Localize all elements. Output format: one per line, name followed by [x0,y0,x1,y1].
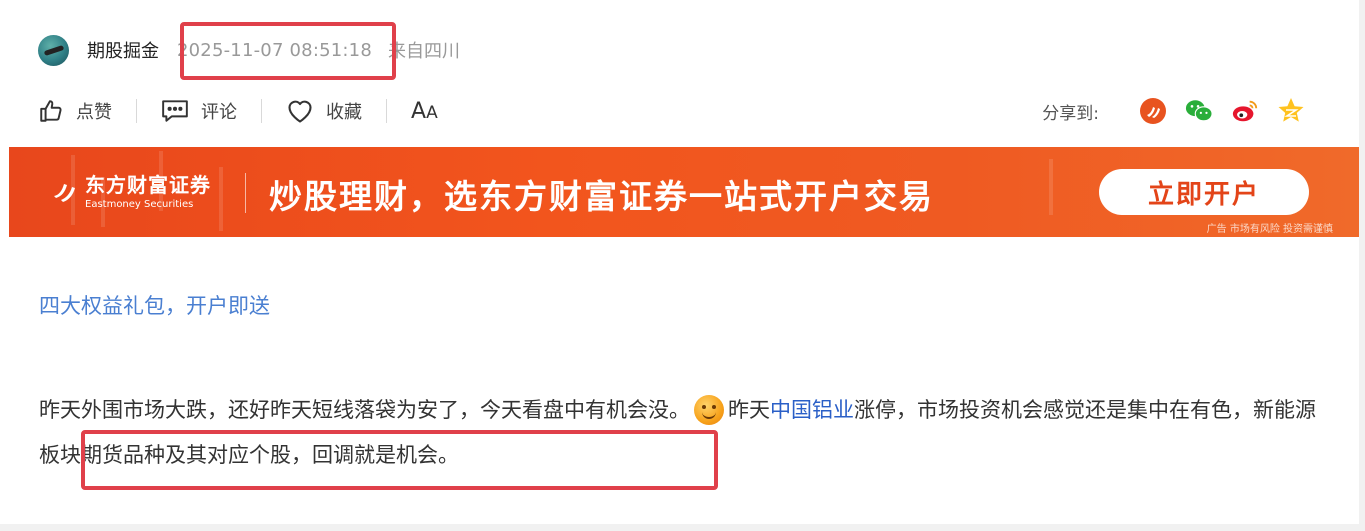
toolbar-divider [386,99,387,123]
ad-disclaimer: 广告 市场有风险 投资需谨慎 [1206,224,1333,235]
ad-banner[interactable]: 东方财富证券 Eastmoney Securities 炒股理财，选东方财富证券… [9,147,1359,237]
open-account-button[interactable]: 立即开户 [1099,169,1309,215]
logo-cn-text: 东方财富证券 [85,173,211,197]
smile-emoji-icon [694,395,724,425]
stock-link-chalco[interactable]: 中国铝业 [770,398,854,422]
font-size-small: A [426,102,438,123]
share-label: 分享到: [1042,103,1099,124]
avatar[interactable] [38,34,69,66]
comment-label: 评论 [201,102,237,123]
like-label: 点赞 [76,102,112,123]
banner-slogan: 炒股理财，选东方财富证券一站式开户交易 [269,177,934,216]
share-bar: 分享到: [1042,93,1305,129]
post-text-2: 昨天 [728,398,770,422]
page-scrollbar-edge [1359,0,1365,531]
eastmoney-logo: 东方财富证券 Eastmoney Securities [51,169,211,210]
heart-icon [288,100,312,123]
qq-zone-icon[interactable] [1277,97,1305,125]
bottom-divider [0,524,1365,531]
favorite-button[interactable]: 收藏 [286,98,362,124]
post-body: 昨天外围市场大跌，还好昨天短线落袋为安了，今天看盘中有机会没。 昨天中国铝业涨停，… [39,388,1319,478]
banner-divider [245,173,246,213]
promo-link[interactable]: 四大权益礼包，开户即送 [39,290,270,320]
font-size-big: A [411,98,427,124]
logo-en-text: Eastmoney Securities [85,199,194,210]
post-location: 来自四川 [387,41,460,62]
comment-button[interactable]: 评论 [161,98,237,124]
banner-decoration [1049,159,1053,215]
favorite-label: 收藏 [326,102,362,123]
post-text-1: 昨天外围市场大跌，还好昨天短线落袋为安了，今天看盘中有机会没。 [39,398,690,422]
like-button[interactable]: 点赞 [38,98,112,124]
post-time-highlight-box [180,22,396,80]
banner-decoration [219,167,223,231]
eastmoney-icon[interactable] [1139,97,1167,125]
eastmoney-logo-icon [54,183,75,202]
font-size-toggle[interactable]: AA [411,99,438,124]
author-row: 期股掘金 2025-11-07 08:51:18 来自四川 [38,22,460,80]
action-toolbar: 点赞 评论 收藏 AA [38,93,438,129]
toolbar-divider [136,99,137,123]
comment-icon [162,100,188,122]
author-username[interactable]: 期股掘金 [87,37,159,63]
thumbs-up-icon [40,100,62,122]
weibo-icon[interactable] [1231,97,1259,125]
wechat-icon[interactable] [1185,97,1213,125]
toolbar-divider [261,99,262,123]
